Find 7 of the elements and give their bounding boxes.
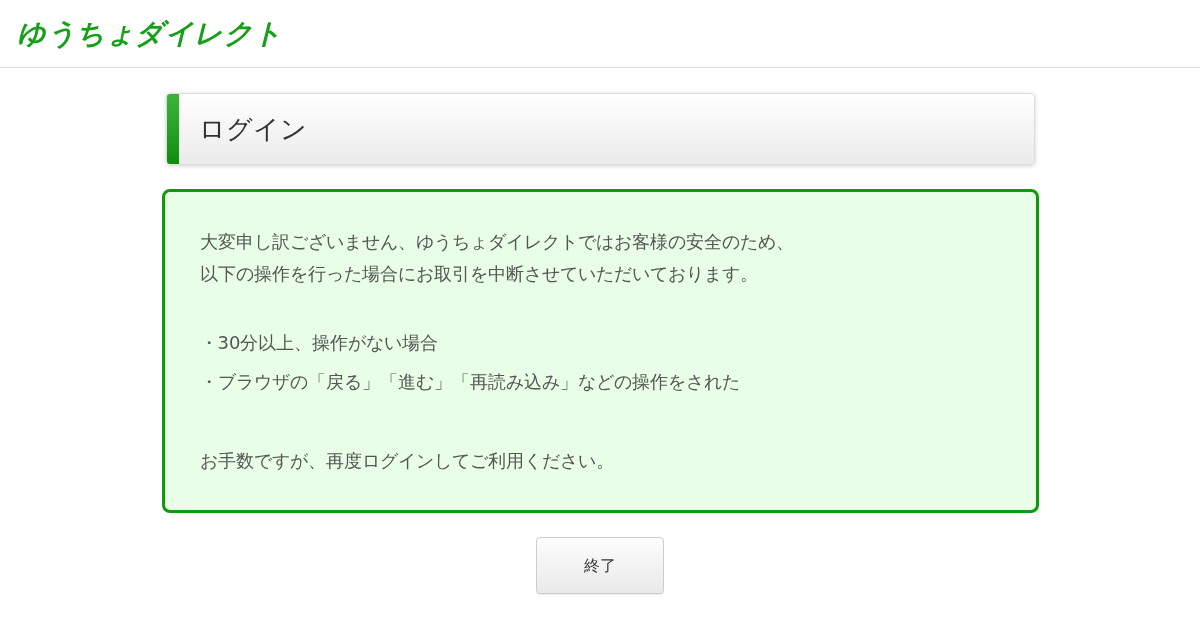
page-title: ログイン [198, 116, 307, 142]
end-button[interactable]: 終了 [536, 537, 664, 594]
condition-item: ・30分以上、操作がない場合 [199, 331, 439, 355]
condition-item: ・ブラウザの「戻る」「進む」「再読み込み」などの操作をされた [199, 370, 740, 394]
closing-text: お手数ですが、再度ログインしてご利用ください。 [199, 449, 614, 473]
notice-paragraph: 大変申し訳ございません、ゆうちょダイレクトではお客様の安全のため、 以下の操作を行った場合にお取引を中断させていただいております。 [199, 230, 794, 286]
accent-bar [166, 94, 179, 164]
